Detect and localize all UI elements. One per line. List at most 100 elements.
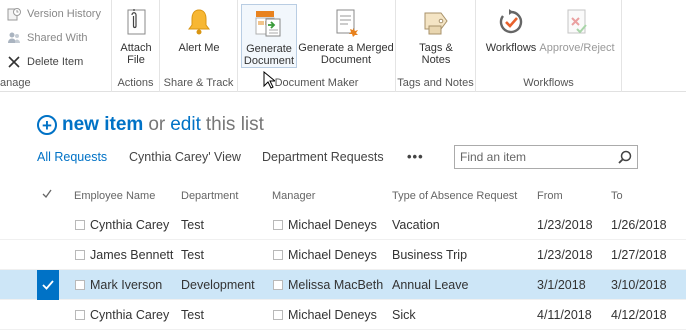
cell-from: 1/23/2018 <box>537 248 593 262</box>
generate-merged-document-label: Generate a Merged Document <box>298 42 394 66</box>
merged-document-icon <box>330 6 362 38</box>
table-row[interactable]: Cynthia Carey Test Michael Deneys Sick 4… <box>0 300 686 330</box>
cell-employee[interactable]: Cynthia Carey <box>90 308 169 322</box>
group-label-actions: Actions <box>117 77 154 89</box>
cell-to: 4/12/2018 <box>611 308 667 322</box>
version-history-button[interactable]: Version History <box>6 4 101 24</box>
approve-reject-icon <box>561 6 593 38</box>
cell-department: Test <box>181 308 204 322</box>
manager-presence-icon <box>273 220 283 230</box>
column-header-department[interactable]: Department <box>181 190 238 202</box>
group-label-manage: anage <box>0 77 31 89</box>
delete-icon <box>6 54 22 70</box>
version-history-label: Version History <box>27 8 101 20</box>
or-text: or <box>148 114 166 135</box>
cell-to: 3/10/2018 <box>611 278 667 292</box>
cell-manager[interactable]: Michael Deneys <box>288 248 377 262</box>
bell-icon <box>183 6 215 38</box>
paperclip-icon <box>120 6 152 38</box>
tags-notes-label: Tags & Notes <box>419 42 453 66</box>
attach-file-button[interactable]: Attach File <box>118 6 154 66</box>
search-input[interactable] <box>455 146 605 168</box>
row-checkbox[interactable] <box>75 220 85 230</box>
cell-from: 1/23/2018 <box>537 218 593 232</box>
view-department-requests[interactable]: Department Requests <box>262 150 384 164</box>
table-row-selected[interactable]: Mark Iverson Development Melissa MacBeth… <box>0 270 686 300</box>
ribbon-group-tags-notes: Tags & Notes Tags and Notes <box>396 0 476 92</box>
generate-document-label: Generate Document <box>243 43 295 67</box>
ribbon-group-document-maker: Generate Document Generate a Merged Docu… <box>238 0 396 92</box>
workflow-icon <box>495 6 527 38</box>
generate-document-button[interactable]: Generate Document <box>241 4 297 68</box>
cell-department: Test <box>181 218 204 232</box>
table-row[interactable]: James Bennett Test Michael Deneys Busine… <box>0 240 686 270</box>
cell-type: Business Trip <box>392 248 468 262</box>
cell-manager[interactable]: Michael Deneys <box>288 218 377 232</box>
cell-to: 1/26/2018 <box>611 218 667 232</box>
column-header-from[interactable]: From <box>537 190 563 202</box>
generate-document-icon <box>253 7 285 39</box>
add-icon[interactable]: + <box>37 115 57 135</box>
manager-presence-icon <box>273 280 283 290</box>
alert-me-button[interactable]: Alert Me <box>177 6 221 54</box>
ribbon-group-workflows: Workflows Approve/Reject Workflows <box>476 0 622 92</box>
checkmark-icon <box>42 280 54 290</box>
ribbon: Version History Shared With Delete Item … <box>0 0 686 92</box>
manager-presence-icon <box>273 310 283 320</box>
cell-manager[interactable]: Michael Deneys <box>288 308 377 322</box>
cell-from: 4/11/2018 <box>537 308 592 322</box>
delete-item-button[interactable]: Delete Item <box>6 52 83 72</box>
cell-employee[interactable]: Mark Iverson <box>90 278 162 292</box>
more-views-button[interactable]: ••• <box>407 149 424 164</box>
table-row[interactable]: Cynthia Carey Test Michael Deneys Vacati… <box>0 210 686 240</box>
column-header-manager[interactable]: Manager <box>272 190 315 202</box>
table-header: Employee Name Department Manager Type of… <box>0 188 686 206</box>
group-label-document-maker: Document Maker <box>274 77 359 89</box>
attach-file-label: Attach File <box>120 42 152 66</box>
shared-with-icon <box>6 30 22 46</box>
ribbon-group-actions: Attach File Actions <box>112 0 160 92</box>
column-header-employee[interactable]: Employee Name <box>74 190 155 202</box>
view-cynthia-carey[interactable]: Cynthia Carey' View <box>129 150 241 164</box>
select-all-checkmark-icon[interactable] <box>42 189 52 202</box>
group-label-tags-notes: Tags and Notes <box>397 77 474 89</box>
cell-manager[interactable]: Melissa MacBeth <box>288 278 383 292</box>
approve-reject-label: Approve/Reject <box>539 42 615 54</box>
cell-from: 3/1/2018 <box>537 278 586 292</box>
approve-reject-button[interactable]: Approve/Reject <box>538 6 616 54</box>
alert-me-label: Alert Me <box>178 42 220 54</box>
cell-employee[interactable]: Cynthia Carey <box>90 218 169 232</box>
cell-department: Development <box>181 278 255 292</box>
workflows-label: Workflows <box>485 42 537 54</box>
new-item-link[interactable]: new item <box>62 114 143 136</box>
tags-notes-button[interactable]: Tags & Notes <box>410 6 462 66</box>
row-checkbox[interactable] <box>75 310 85 320</box>
cell-type: Sick <box>392 308 416 322</box>
row-selected-check[interactable] <box>37 270 59 300</box>
cell-department: Test <box>181 248 204 262</box>
cell-employee[interactable]: James Bennett <box>90 248 173 262</box>
mouse-cursor-icon <box>263 71 275 89</box>
group-label-workflows: Workflows <box>523 77 574 89</box>
shared-with-label: Shared With <box>27 32 88 44</box>
column-header-type[interactable]: Type of Absence Request <box>392 190 517 202</box>
generate-merged-document-button[interactable]: Generate a Merged Document <box>298 6 394 66</box>
column-header-to[interactable]: To <box>611 190 623 202</box>
view-all-requests[interactable]: All Requests <box>37 150 107 164</box>
cell-type: Annual Leave <box>392 278 469 292</box>
version-history-icon <box>6 6 22 22</box>
ribbon-group-manage: Version History Shared With Delete Item … <box>0 0 112 92</box>
search-icon[interactable] <box>618 150 632 164</box>
cell-type: Vacation <box>392 218 440 232</box>
search-box[interactable] <box>454 145 638 169</box>
manager-presence-icon <box>273 250 283 260</box>
row-checkbox[interactable] <box>75 250 85 260</box>
new-item-heading: + new item or edit this list <box>37 114 264 136</box>
edit-link[interactable]: edit <box>170 114 201 136</box>
workflows-button[interactable]: Workflows <box>484 6 538 54</box>
ribbon-group-share-track: Alert Me Share & Track <box>160 0 238 92</box>
shared-with-button[interactable]: Shared With <box>6 28 88 48</box>
delete-item-label: Delete Item <box>27 56 84 68</box>
row-checkbox[interactable] <box>75 280 85 290</box>
this-list-text: this list <box>205 114 264 135</box>
